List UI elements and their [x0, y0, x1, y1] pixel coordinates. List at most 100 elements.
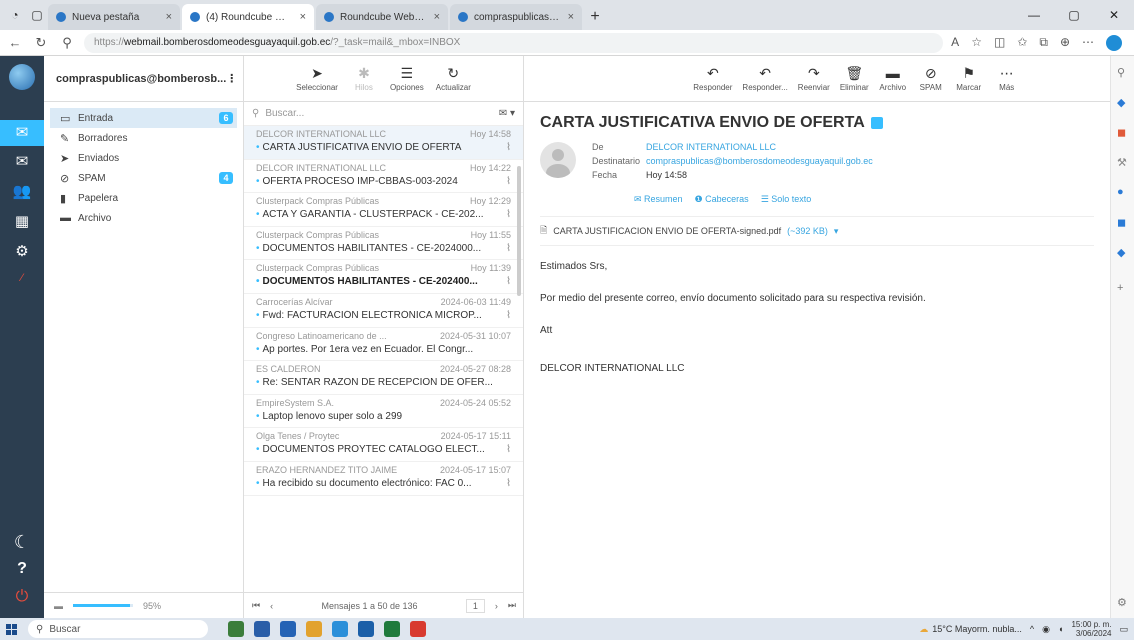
- logout-icon[interactable]: ⏻: [0, 588, 44, 606]
- prev-page-icon[interactable]: ‹: [270, 601, 273, 611]
- browser-tab-active[interactable]: (4) Roundcube Webmail :: Entrad ×: [182, 4, 314, 30]
- more-button[interactable]: ⋯ Más: [993, 65, 1021, 92]
- summary-link[interactable]: ✉ Resumen: [634, 194, 683, 205]
- headers-link[interactable]: ❶ Cabeceras: [695, 194, 749, 205]
- mail-nav-icon[interactable]: ✉: [0, 120, 44, 146]
- folder-actions-icon[interactable]: ▬: [54, 601, 63, 611]
- file-explorer-icon[interactable]: [306, 621, 322, 637]
- store-icon[interactable]: [280, 621, 296, 637]
- edge-copilot-icon[interactable]: [1106, 34, 1122, 51]
- browser-tab[interactable]: Nueva pestaña ×: [48, 4, 180, 30]
- maximize-icon[interactable]: ▢: [1054, 0, 1094, 30]
- plain-text-link[interactable]: ☰ Solo texto: [761, 194, 812, 205]
- sidebar-add-icon[interactable]: +: [1117, 282, 1123, 294]
- attachment-menu-icon[interactable]: ▾: [834, 226, 839, 237]
- profile-icon[interactable]: ◔: [4, 3, 26, 27]
- message-row[interactable]: ERAZO HERNANDEZ TITO JAIME 2024-05-17 15:…: [244, 462, 523, 496]
- sidebar-search-icon[interactable]: ⚲: [1117, 66, 1125, 79]
- browser-tab[interactable]: Roundcube Webmail :: OFERTA ×: [316, 4, 448, 30]
- tab-close-icon[interactable]: ×: [300, 11, 306, 23]
- message-row[interactable]: EmpireSystem S.A. 2024-05-24 05:52 • Laptop…: [244, 395, 523, 429]
- spam-button[interactable]: ⊘ SPAM: [917, 65, 945, 92]
- message-row[interactable]: DELCOR INTERNATIONAL LLC Hoy 14:58 • CARTA …: [244, 126, 523, 160]
- list-scrollbar[interactable]: [517, 166, 521, 296]
- browser-tab[interactable]: compraspublicas.gob.ec/Proces ×: [450, 4, 582, 30]
- favorite-star-icon[interactable]: ☆: [971, 35, 982, 51]
- message-row[interactable]: Clusterpack Compras Públicas Hoy 11:39 • DO…: [244, 260, 523, 294]
- forward-button[interactable]: ↷ Reenviar: [798, 65, 830, 92]
- last-page-icon[interactable]: ⏭: [508, 600, 516, 611]
- folder-item-borradores[interactable]: ✎ Borradores: [50, 128, 237, 148]
- help-icon[interactable]: ?: [0, 560, 44, 578]
- settings-nav-icon[interactable]: ⚙: [0, 242, 44, 260]
- sidebar-copilot-icon[interactable]: ◆: [1117, 96, 1125, 109]
- network-icon[interactable]: ◉: [1042, 624, 1050, 635]
- message-row[interactable]: Carrocerías Alcívar 2024-06-03 11:49 • Fwd:…: [244, 294, 523, 328]
- windows-start-icon[interactable]: [0, 618, 22, 640]
- plugin-nav-icon[interactable]: ⁄: [0, 272, 44, 284]
- calendar-nav-icon[interactable]: ▦: [0, 212, 44, 230]
- reload-icon[interactable]: ↻: [32, 35, 50, 51]
- new-tab-icon[interactable]: +: [584, 5, 606, 29]
- message-row[interactable]: Congreso Latinoamericano de ... 2024-05-3…: [244, 328, 523, 362]
- task-view-icon[interactable]: [254, 621, 270, 637]
- excel-icon[interactable]: [384, 621, 400, 637]
- message-row[interactable]: Clusterpack Compras Públicas Hoy 12:29 • AC…: [244, 193, 523, 227]
- minimize-icon[interactable]: —: [1014, 0, 1054, 30]
- search-input[interactable]: Buscar...: [265, 108, 492, 119]
- edge-browser-icon[interactable]: [332, 621, 348, 637]
- read-aloud-icon[interactable]: A: [951, 35, 959, 51]
- collections-icon[interactable]: ⧉: [1039, 35, 1048, 51]
- weather-widget[interactable]: ☁ 15°C Mayorm. nubla...: [919, 624, 1022, 635]
- reply-button[interactable]: ↶ Responder: [693, 65, 732, 92]
- message-row[interactable]: ES CALDERON 2024-05-27 08:28 • Re: SENTAR R…: [244, 361, 523, 395]
- attachment-name[interactable]: CARTA JUSTIFICACION ENVIO DE OFERTA-sign…: [553, 226, 781, 236]
- sidebar-shopping-icon[interactable]: ◼: [1117, 126, 1126, 139]
- page-input[interactable]: 1: [465, 598, 485, 613]
- message-row[interactable]: Clusterpack Compras Públicas Hoy 11:55 • DO…: [244, 227, 523, 261]
- compose-nav-icon[interactable]: ✉: [0, 152, 44, 170]
- mail-filter-icon[interactable]: ✉ ▾: [499, 108, 515, 119]
- folder-item-papelera[interactable]: ▮ Papelera: [50, 188, 237, 208]
- widgets-icon[interactable]: [228, 621, 244, 637]
- message-row[interactable]: DELCOR INTERNATIONAL LLC Hoy 14:22 • OFERTA…: [244, 160, 523, 194]
- actualizar-button[interactable]: ↻ Actualizar: [436, 65, 471, 92]
- edit-icon[interactable]: [870, 117, 883, 129]
- back-icon[interactable]: ←: [6, 35, 24, 50]
- delete-button[interactable]: 🗑 Eliminar: [840, 65, 869, 92]
- sidebar-outlook-icon[interactable]: ◆: [1117, 246, 1125, 259]
- tab-close-icon[interactable]: ×: [568, 11, 574, 23]
- tab-actions-icon[interactable]: ▢: [26, 3, 48, 27]
- hilos-button[interactable]: ✱ Hilos: [350, 65, 378, 92]
- tab-close-icon[interactable]: ×: [434, 11, 440, 23]
- theme-toggle-icon[interactable]: ☾: [0, 532, 44, 553]
- to-value[interactable]: compraspublicas@bomberosdomeodesguayaqui…: [646, 156, 873, 166]
- notifications-icon[interactable]: ▭: [1119, 624, 1128, 635]
- contacts-nav-icon[interactable]: 👥: [0, 182, 44, 200]
- folder-item-enviados[interactable]: ➤ Enviados: [50, 148, 237, 168]
- attachment-row[interactable]: 🗎 CARTA JUSTIFICACION ENVIO DE OFERTA-si…: [540, 216, 1094, 246]
- flag-button[interactable]: ⚑ Marcar: [955, 65, 983, 92]
- first-page-icon[interactable]: ⏮: [252, 600, 260, 611]
- close-window-icon[interactable]: ✕: [1094, 0, 1134, 30]
- search-icon[interactable]: ⚲: [58, 35, 76, 51]
- favorites-icon[interactable]: ✩: [1017, 35, 1027, 51]
- tab-close-icon[interactable]: ×: [166, 11, 172, 23]
- split-screen-icon[interactable]: ◫: [994, 35, 1005, 51]
- reply-all-button[interactable]: ↶ Responder...: [742, 65, 787, 92]
- url-field[interactable]: https://webmail.bomberosdomeodesguayaqui…: [84, 32, 944, 53]
- folder-item-spam[interactable]: ⊘ SPAM 4: [50, 168, 237, 188]
- folder-item-entrada[interactable]: ▭ Entrada 6: [50, 108, 237, 128]
- volume-icon[interactable]: ◖: [1058, 624, 1063, 634]
- from-value[interactable]: DELCOR INTERNATIONAL LLC: [646, 142, 776, 152]
- folder-item-archivo[interactable]: ▬ Archivo: [50, 208, 237, 228]
- clock[interactable]: 15:00 p. m. 3/06/2024: [1071, 620, 1111, 638]
- more-icon[interactable]: ⋯: [1082, 35, 1094, 51]
- tray-chevron-icon[interactable]: ^: [1030, 624, 1034, 634]
- sidebar-tools-icon[interactable]: ⚒: [1117, 156, 1127, 169]
- message-row[interactable]: Olga Tenes / Proytec 2024-05-17 15:11 • DOC…: [244, 428, 523, 462]
- folder-menu-icon[interactable]: ⋮: [226, 72, 237, 85]
- archive-button[interactable]: ▬ Archivo: [879, 65, 907, 92]
- sidebar-office-icon[interactable]: ◼: [1117, 216, 1126, 229]
- word-icon[interactable]: [358, 621, 374, 637]
